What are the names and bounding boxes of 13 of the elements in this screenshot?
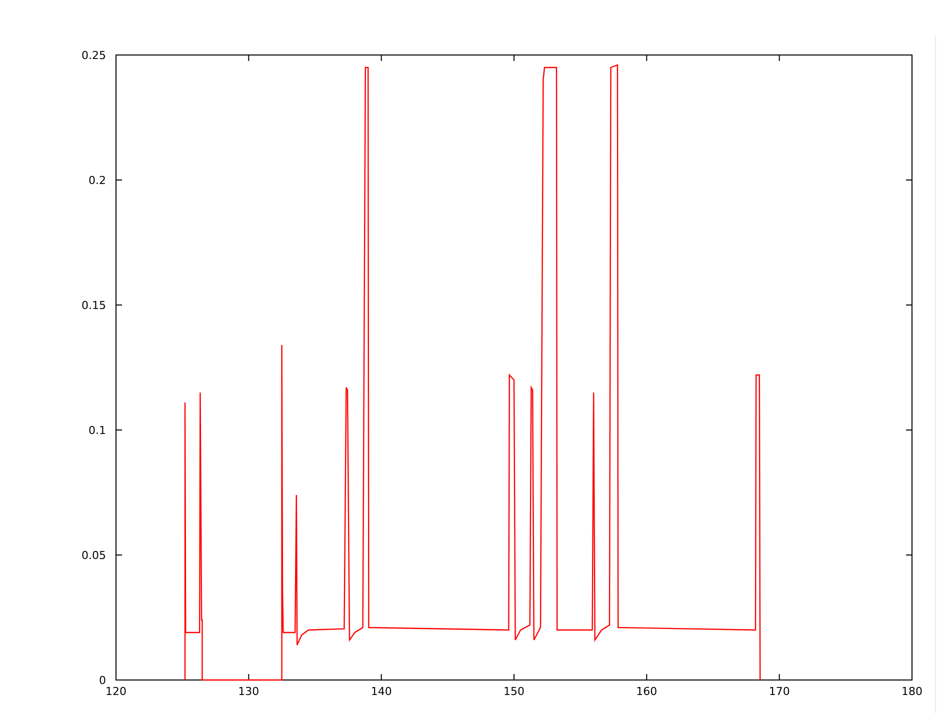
x-tick-label: 170	[768, 685, 790, 698]
y-tick-label: 0.05	[82, 549, 106, 562]
y-tick-label: 0	[99, 674, 106, 687]
x-tick-label: 180	[902, 685, 922, 698]
x-tick-label: 160	[636, 685, 658, 698]
y-tick-label: 0.2	[88, 174, 106, 187]
x-tick-label: 150	[504, 685, 524, 698]
y-tick-label: 0.1	[88, 424, 106, 437]
x-tick-label: 120	[106, 685, 126, 698]
x-tick-label: 140	[370, 685, 392, 698]
x-tick-label: 130	[238, 685, 260, 698]
y-tick-label: 0.25	[82, 49, 106, 62]
y-tick-label: 0.15	[82, 299, 106, 312]
